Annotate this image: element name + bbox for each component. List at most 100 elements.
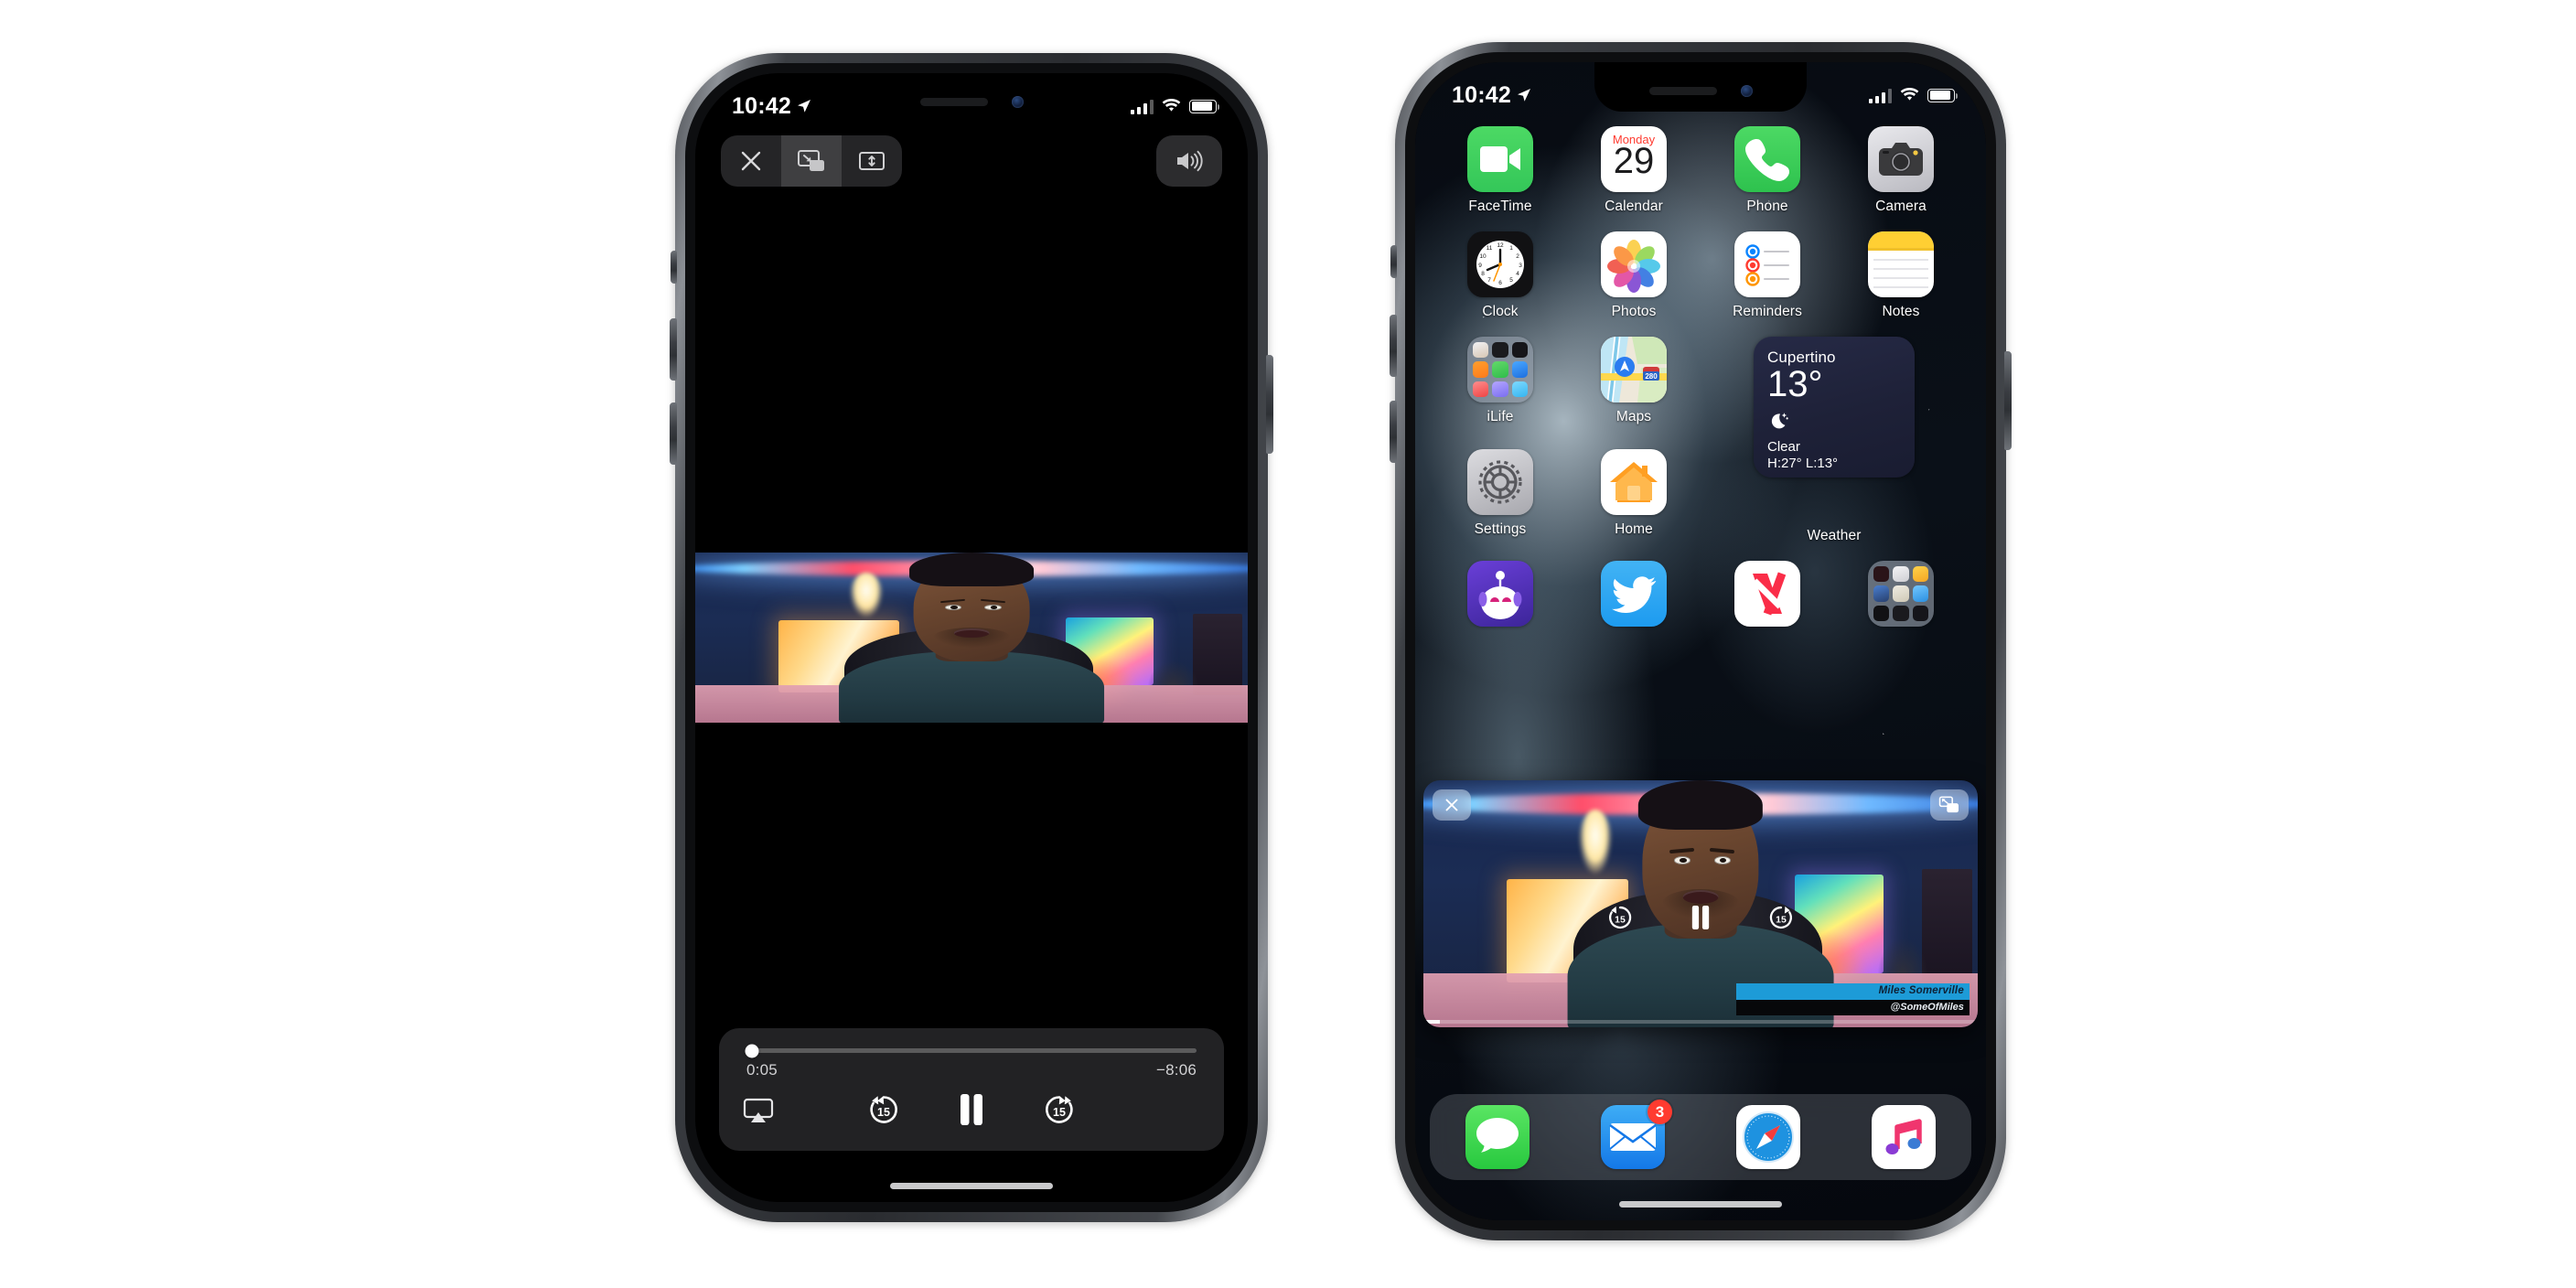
app-label: Maps <box>1615 409 1652 424</box>
folder-icon <box>1467 337 1533 402</box>
calendar-icon: Monday 29 <box>1601 126 1667 192</box>
rewind-15-icon: 15 <box>1609 906 1632 928</box>
app-notes[interactable]: Notes <box>1834 231 1968 320</box>
video-surface[interactable] <box>695 553 1248 723</box>
forward-15-icon: 15 <box>1769 906 1792 928</box>
svg-text:6: 6 <box>1498 280 1502 286</box>
home-indicator[interactable] <box>890 1183 1053 1189</box>
svg-text:11: 11 <box>1487 245 1493 252</box>
silent-switch[interactable] <box>671 251 677 284</box>
playback-buttons: 15 15 <box>864 1090 1079 1133</box>
wifi-icon <box>1162 99 1181 112</box>
speaker-wave-icon <box>1177 150 1203 172</box>
pip-progress-bar[interactable] <box>1423 1020 1978 1024</box>
scrubber-handle[interactable] <box>745 1044 759 1057</box>
app-grid: FaceTime Monday 29 Calendar Phone Camera… <box>1415 126 1986 633</box>
dock-item-music[interactable] <box>1872 1105 1936 1169</box>
apollo-reddit-icon <box>1467 561 1533 627</box>
video-player: 10:42 0:05 −8:06 15 15 <box>695 73 1248 1202</box>
pip-exit-icon <box>1938 796 1959 813</box>
app-twitter[interactable] <box>1567 561 1701 633</box>
app-photos[interactable]: Photos <box>1567 231 1701 320</box>
app-phone[interactable]: Phone <box>1701 126 1834 215</box>
aspect-ratio-button[interactable] <box>842 135 902 187</box>
maps-icon: 280 <box>1601 337 1667 402</box>
forward-15-button[interactable]: 15 <box>1766 902 1797 938</box>
volume-down-button[interactable] <box>1390 401 1397 463</box>
airplay-button[interactable] <box>743 1098 794 1125</box>
volume-up-button[interactable] <box>670 318 677 381</box>
phone-icon <box>1734 126 1800 192</box>
app-calendar[interactable]: Monday 29 Calendar <box>1567 126 1701 215</box>
messages-icon <box>1465 1105 1530 1169</box>
rewind-15-button[interactable]: 15 <box>864 1090 903 1133</box>
home-indicator[interactable] <box>1619 1201 1782 1208</box>
forward-15-icon: 15 <box>1046 1095 1073 1123</box>
dock-item-safari[interactable] <box>1736 1105 1800 1169</box>
folder-mini-icons <box>1467 337 1533 402</box>
scrubber-slider[interactable] <box>745 1044 1197 1057</box>
volume-down-button[interactable] <box>670 402 677 465</box>
widget-weather[interactable]: Cupertino 13° Clear H:27° L:13° Weather <box>1701 337 1968 544</box>
rewind-15-button[interactable]: 15 <box>1605 902 1636 938</box>
silent-switch[interactable] <box>1390 245 1397 278</box>
remaining-time: −8:06 <box>1155 1061 1197 1079</box>
weather-widget-body[interactable]: Cupertino 13° Clear H:27° L:13° <box>1754 337 1915 478</box>
pause-button[interactable] <box>1689 903 1712 937</box>
power-button[interactable] <box>2004 351 2012 450</box>
earpiece-speaker-icon <box>919 97 988 106</box>
app-home[interactable]: Home <box>1567 448 1701 545</box>
status-time: 10:42 <box>1452 81 1511 108</box>
notch <box>1594 62 1807 112</box>
pip-enter-icon <box>798 150 824 171</box>
calendar-day: 29 <box>1613 141 1655 181</box>
app-maps[interactable]: 280 Maps <box>1567 337 1701 433</box>
app-label: Photos <box>1611 304 1657 319</box>
app-clock[interactable]: 12 1 2 345 678 9 10 11 Clock <box>1433 231 1567 320</box>
volume-button[interactable] <box>1156 135 1222 187</box>
picture-in-picture-button[interactable] <box>781 135 842 187</box>
app-reminders[interactable]: Reminders <box>1701 231 1834 320</box>
left-phone-screen: 10:42 0:05 −8:06 15 15 <box>695 73 1248 1202</box>
app-ilife-folder[interactable]: iLife <box>1433 337 1567 433</box>
pip-close-button[interactable] <box>1433 789 1471 821</box>
app-apollo[interactable] <box>1433 561 1567 633</box>
dock-item-mail[interactable]: 3 <box>1601 1100 1672 1169</box>
right-phone-device: 10:42 FaceTime Monday 29 Calendar Phone … <box>1390 42 2012 1240</box>
close-button[interactable] <box>721 135 781 187</box>
folder-mini-icons <box>1868 561 1934 627</box>
pip-window[interactable]: Miles Somerville @SomeOfMiles 15 15 <box>1423 780 1978 1027</box>
twitter-icon <box>1601 561 1667 627</box>
app-facetime[interactable]: FaceTime <box>1433 126 1567 215</box>
pip-expand-button[interactable] <box>1930 789 1969 821</box>
front-camera-icon <box>1740 84 1753 97</box>
svg-text:12: 12 <box>1497 242 1504 249</box>
x-icon <box>741 151 761 171</box>
clock-icon: 12 1 2 345 678 9 10 11 <box>1467 231 1533 297</box>
status-time: 10:42 <box>732 92 791 119</box>
time-row: 0:05 −8:06 <box>743 1061 1200 1079</box>
status-bar-left: 10:42 <box>1452 82 1531 109</box>
app-label: iLife <box>1487 409 1514 424</box>
news-icon <box>1734 561 1800 627</box>
status-bar-left: 10:42 <box>732 93 811 120</box>
facetime-icon <box>1467 126 1533 192</box>
pause-button[interactable] <box>956 1091 987 1132</box>
rewind-15-icon: 15 <box>870 1095 897 1123</box>
forward-15-button[interactable]: 15 <box>1040 1090 1079 1133</box>
app-label: Reminders <box>1733 304 1802 319</box>
app-settings[interactable]: Settings <box>1433 448 1567 545</box>
dock-item-messages[interactable] <box>1465 1105 1530 1169</box>
expand-vertical-icon <box>859 152 885 170</box>
weather-high-low: H:27° L:13° <box>1767 456 1839 471</box>
app-label: Clock <box>1482 304 1519 319</box>
app-news[interactable] <box>1701 561 1834 633</box>
player-transport-bar: 0:05 −8:06 15 15 <box>719 1028 1224 1151</box>
notch <box>865 73 1078 123</box>
power-button[interactable] <box>1266 355 1273 454</box>
app-camera[interactable]: Camera <box>1834 126 1968 215</box>
volume-up-button[interactable] <box>1390 315 1397 377</box>
svg-text:1: 1 <box>1509 245 1513 252</box>
mail-badge: 3 <box>1648 1100 1672 1124</box>
app-utilities-folder[interactable] <box>1834 561 1968 633</box>
